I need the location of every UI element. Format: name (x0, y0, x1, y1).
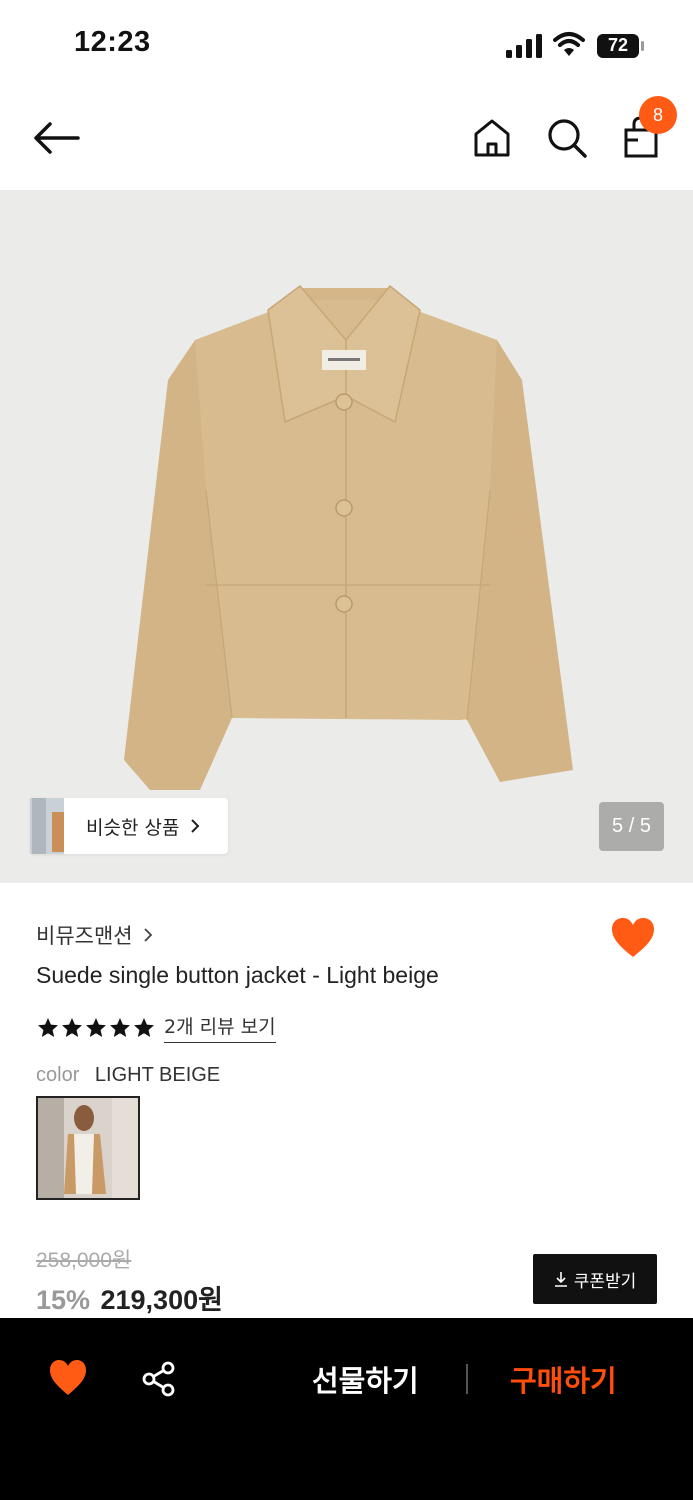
star-icon (110, 1017, 130, 1037)
similar-products-label: 비슷한 상품 (86, 816, 180, 839)
discount-rate: 15% (36, 1285, 91, 1315)
status-bar: 12:23 72 (0, 0, 693, 90)
top-nav (0, 90, 693, 190)
price-row: 15% 219,300원 (36, 1278, 223, 1317)
wifi-icon (553, 32, 585, 56)
star-icon (86, 1017, 106, 1037)
rating-stars (36, 1016, 156, 1040)
heart-icon[interactable] (610, 916, 656, 960)
jacket-image (124, 284, 573, 790)
buy-button[interactable]: 구매하기 (510, 1358, 617, 1400)
swatch-image (38, 1098, 138, 1198)
brand-link[interactable]: 비뮤즈맨션 (36, 920, 153, 950)
star-icon (134, 1017, 154, 1037)
similar-thumbnail (30, 798, 64, 854)
color-row: color LIGHT BEIGE (36, 1064, 220, 1087)
coupon-button[interactable]: 쿠폰받기 (533, 1254, 657, 1304)
battery-level: 72 (607, 35, 629, 55)
rating-row: 2개 리뷰 보기 (36, 1012, 276, 1043)
home-icon[interactable] (470, 116, 514, 160)
bottom-action-bar: 선물하기 구매하기 (0, 1318, 693, 1500)
similar-products-button[interactable]: 비슷한 상품 (30, 798, 228, 854)
cart-count-badge: 8 (639, 96, 677, 134)
color-value: LIGHT BEIGE (94, 1064, 221, 1086)
product-title: Suede single button jacket - Light beige (36, 962, 439, 988)
search-icon[interactable] (545, 116, 589, 160)
brand-name: 비뮤즈맨션 (36, 924, 133, 948)
product-image[interactable] (0, 190, 693, 883)
signal-icon (506, 34, 542, 58)
chevron-right-icon (191, 819, 200, 833)
original-price: 258,000원 (36, 1249, 132, 1272)
back-arrow-icon[interactable] (30, 118, 82, 158)
review-link[interactable]: 2개 리뷰 보기 (164, 1012, 276, 1043)
heart-icon[interactable] (48, 1358, 88, 1398)
gift-button[interactable]: 선물하기 (312, 1358, 419, 1400)
status-time: 12:23 (74, 26, 151, 58)
chevron-right-icon (143, 928, 152, 942)
color-label: color (36, 1064, 80, 1086)
share-icon[interactable] (140, 1360, 178, 1398)
coupon-label: 쿠폰받기 (573, 1271, 637, 1292)
color-swatch[interactable] (36, 1096, 140, 1200)
image-page-counter: 5 / 5 (599, 802, 664, 851)
sale-price: 219,300원 (100, 1285, 223, 1315)
divider (466, 1364, 468, 1394)
star-icon (38, 1017, 58, 1037)
star-icon (62, 1017, 82, 1037)
download-icon (554, 1272, 567, 1287)
